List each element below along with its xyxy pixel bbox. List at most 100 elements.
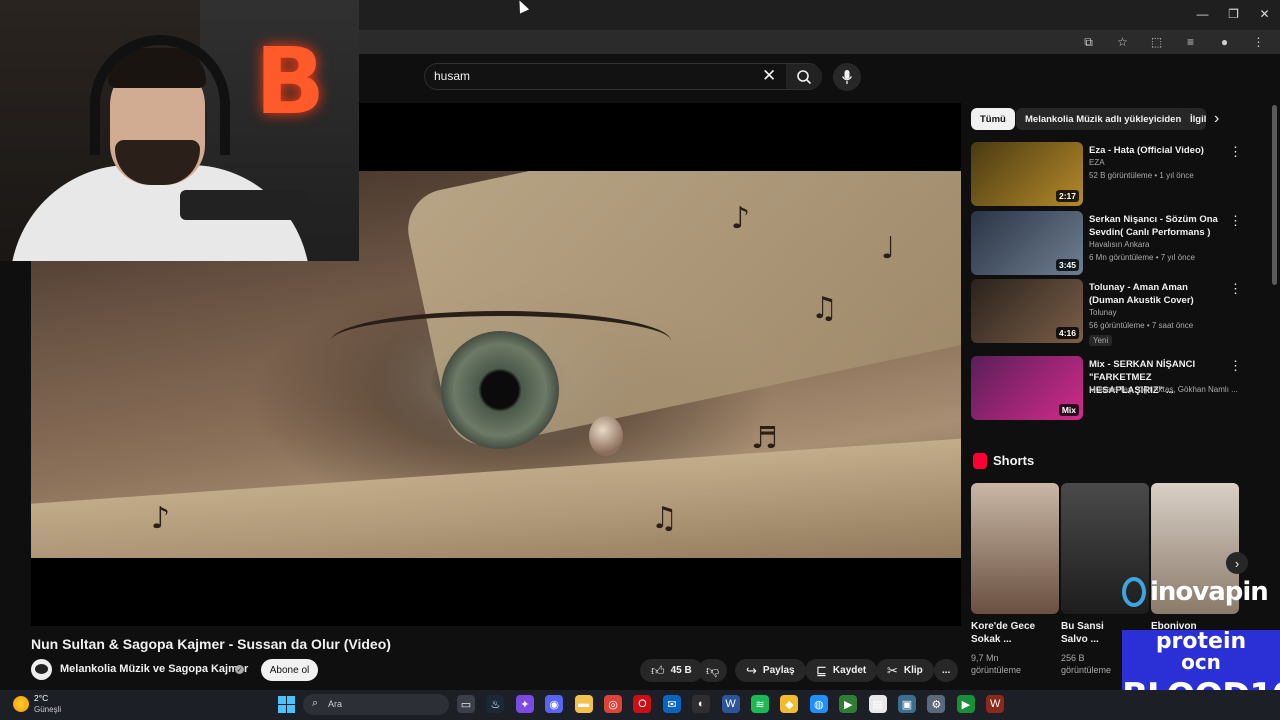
notepad-icon[interactable]: ▤	[868, 695, 887, 713]
screen-icon[interactable]: ▣	[898, 695, 916, 713]
media-icon[interactable]: ▶	[839, 695, 858, 713]
eye-iris	[441, 331, 559, 449]
like-count: 45 B	[670, 665, 692, 676]
shorts-heading: Shorts	[993, 453, 1035, 468]
scissors-icon: ✂	[887, 662, 898, 678]
short-views: 256 B görüntüleme	[1061, 653, 1112, 675]
obs-icon[interactable]: ◐	[692, 695, 711, 713]
short-title[interactable]: Kore'de Gece Sokak ...	[971, 620, 1039, 646]
music-note-icon: ♪	[731, 201, 751, 236]
dislike-button[interactable]: 👎︎	[698, 659, 728, 682]
settings-icon[interactable]: ⚙	[927, 695, 946, 713]
shorts-next-button[interactable]: ›	[1226, 552, 1248, 574]
sheet-music-paper	[31, 436, 961, 558]
chip-related[interactable]: İlgili	[1182, 108, 1206, 130]
app-icon[interactable]: W	[986, 695, 1005, 713]
file-explorer-icon[interactable]: ▬	[574, 695, 593, 713]
scrollbar[interactable]	[1272, 105, 1277, 285]
chip-all[interactable]: Tümü	[971, 108, 1015, 130]
taskbar-search[interactable]	[303, 694, 449, 715]
channel-name[interactable]: Mustafa Taş, Yiğit Aktaş, Gökhan Namlı .…	[1089, 385, 1238, 394]
short-views: 9,7 Mn görüntüleme	[971, 653, 1022, 675]
tear-drop	[589, 416, 623, 456]
music-note-icon: ♫	[651, 501, 678, 536]
spotify-icon[interactable]: ≋	[751, 695, 769, 713]
chrome-icon[interactable]: ◎	[604, 695, 622, 713]
discord-icon[interactable]: ◉	[545, 695, 564, 713]
video-thumbnail[interactable]: Mix	[971, 356, 1083, 420]
video-title[interactable]: Eza - Hata (Official Video)	[1089, 144, 1221, 157]
save-button[interactable]: ⊑ Kaydet	[805, 659, 878, 682]
browser-toolbar: ⧉ ☆ ⬚ ≡ ● ⋮	[1077, 32, 1270, 52]
recommendation-item[interactable]: 2:17 Eza - Hata (Official Video) EZA 52 B g…	[971, 142, 1242, 206]
channel-name[interactable]: Melankolia Müzik ve Sagopa Kajmer	[60, 663, 248, 675]
close-window-icon[interactable]: ✕	[1249, 0, 1280, 28]
music-note-icon: ♬	[751, 421, 778, 456]
clear-search-icon[interactable]: ✕	[762, 66, 776, 86]
short-thumbnail[interactable]	[971, 483, 1059, 614]
music-note-icon: ♪	[151, 501, 171, 536]
voice-search-button[interactable]	[833, 63, 861, 91]
more-icon: ...	[942, 665, 951, 676]
clip-label: Klip	[903, 665, 923, 676]
search-icon	[797, 69, 812, 84]
subscribe-button[interactable]: Abone ol	[261, 659, 318, 681]
verified-icon: ✓	[235, 665, 244, 674]
music-note-icon: ♫	[811, 291, 838, 326]
word-icon[interactable]: W	[721, 695, 740, 713]
like-button[interactable]: 👍︎ 45 B	[640, 659, 703, 682]
weather-description[interactable]: Güneşli	[34, 705, 61, 714]
media-controls-icon[interactable]: ≡	[1179, 32, 1202, 52]
search-button[interactable]	[786, 64, 822, 89]
short-title[interactable]: Bu Sansi Salvo ...	[1061, 620, 1129, 646]
copilot-icon[interactable]: ✦	[515, 695, 534, 713]
more-options-icon[interactable]: ⋮	[1229, 144, 1242, 160]
chip-uploader[interactable]: Melankolia Müzik adlı yükleyiciden	[1016, 108, 1191, 130]
video-thumbnail[interactable]: 4:16	[971, 279, 1083, 343]
binance-icon[interactable]: ◆	[780, 695, 799, 713]
steam-icon[interactable]: ♨	[486, 695, 505, 713]
channel-name[interactable]: EZA	[1089, 158, 1105, 167]
webcam-overlay: B	[0, 0, 359, 261]
profile-icon[interactable]: ●	[1213, 32, 1236, 52]
cast-icon[interactable]: ⧉	[1077, 32, 1100, 52]
video-meta: 52 B görüntüleme • 1 yıl önce	[1089, 171, 1194, 180]
more-options-icon[interactable]: ⋮	[1229, 281, 1242, 297]
more-options-icon[interactable]: ⋮	[1229, 358, 1242, 374]
opera-icon[interactable]: O	[633, 695, 652, 713]
clip-button[interactable]: ✂ Klip	[876, 659, 934, 682]
video-thumbnail[interactable]: 2:17	[971, 142, 1083, 206]
browser-icon[interactable]: ◍	[809, 695, 828, 713]
extensions-icon[interactable]: ⬚	[1145, 32, 1168, 52]
bookmark-star-icon[interactable]: ☆	[1111, 32, 1134, 52]
more-actions-button[interactable]: ...	[934, 659, 959, 682]
weather-temperature[interactable]: 2°C	[34, 693, 48, 703]
channel-avatar[interactable]	[31, 659, 52, 680]
mail-icon[interactable]: ▭	[457, 695, 475, 713]
more-options-icon[interactable]: ⋮	[1229, 213, 1242, 229]
share-button[interactable]: ↪ Paylaş	[735, 659, 806, 682]
outlook-icon[interactable]: ✉	[662, 695, 681, 713]
recommendation-item[interactable]: 3:45 Serkan Nişancı - Sözüm Ona Sevdin( C…	[971, 211, 1242, 275]
pin-icon	[1122, 577, 1146, 607]
thumbs-up-icon: 👍︎	[651, 662, 665, 678]
sun-icon[interactable]	[13, 696, 29, 712]
search-input[interactable]: husam	[434, 69, 470, 83]
video-title[interactable]: Serkan Nişancı - Sözüm Ona Sevdin( Canlı…	[1089, 213, 1221, 239]
player-icon[interactable]: ▶	[956, 695, 975, 713]
browser-menu-icon[interactable]: ⋮	[1247, 32, 1270, 52]
video-title[interactable]: Tolunay - Aman Aman (Duman Akustik Cover…	[1089, 281, 1221, 307]
taskbar-search-input[interactable]: Ara	[328, 699, 342, 709]
chevron-right-icon[interactable]: ›	[1214, 110, 1219, 128]
video-duration: 4:16	[1055, 327, 1079, 339]
restore-icon[interactable]: ❐	[1218, 0, 1249, 28]
video-duration: Mix	[1058, 404, 1079, 416]
recommendation-item[interactable]: Mix Mix - SERKAN NİŞANCI "FARKETMEZ HESAP…	[971, 356, 1242, 420]
video-thumbnail[interactable]: 3:45	[971, 211, 1083, 275]
minimize-icon[interactable]: —	[1187, 0, 1218, 28]
channel-name[interactable]: Tolunay	[1089, 308, 1117, 317]
windows-start-icon[interactable]	[278, 696, 295, 713]
channel-name[interactable]: Havalısın Ankara	[1089, 240, 1149, 249]
recommendation-item[interactable]: 4:16 Tolunay - Aman Aman (Duman Akustik C…	[971, 279, 1242, 346]
video-meta: 6 Mn görüntüleme • 7 yıl önce	[1089, 253, 1195, 262]
